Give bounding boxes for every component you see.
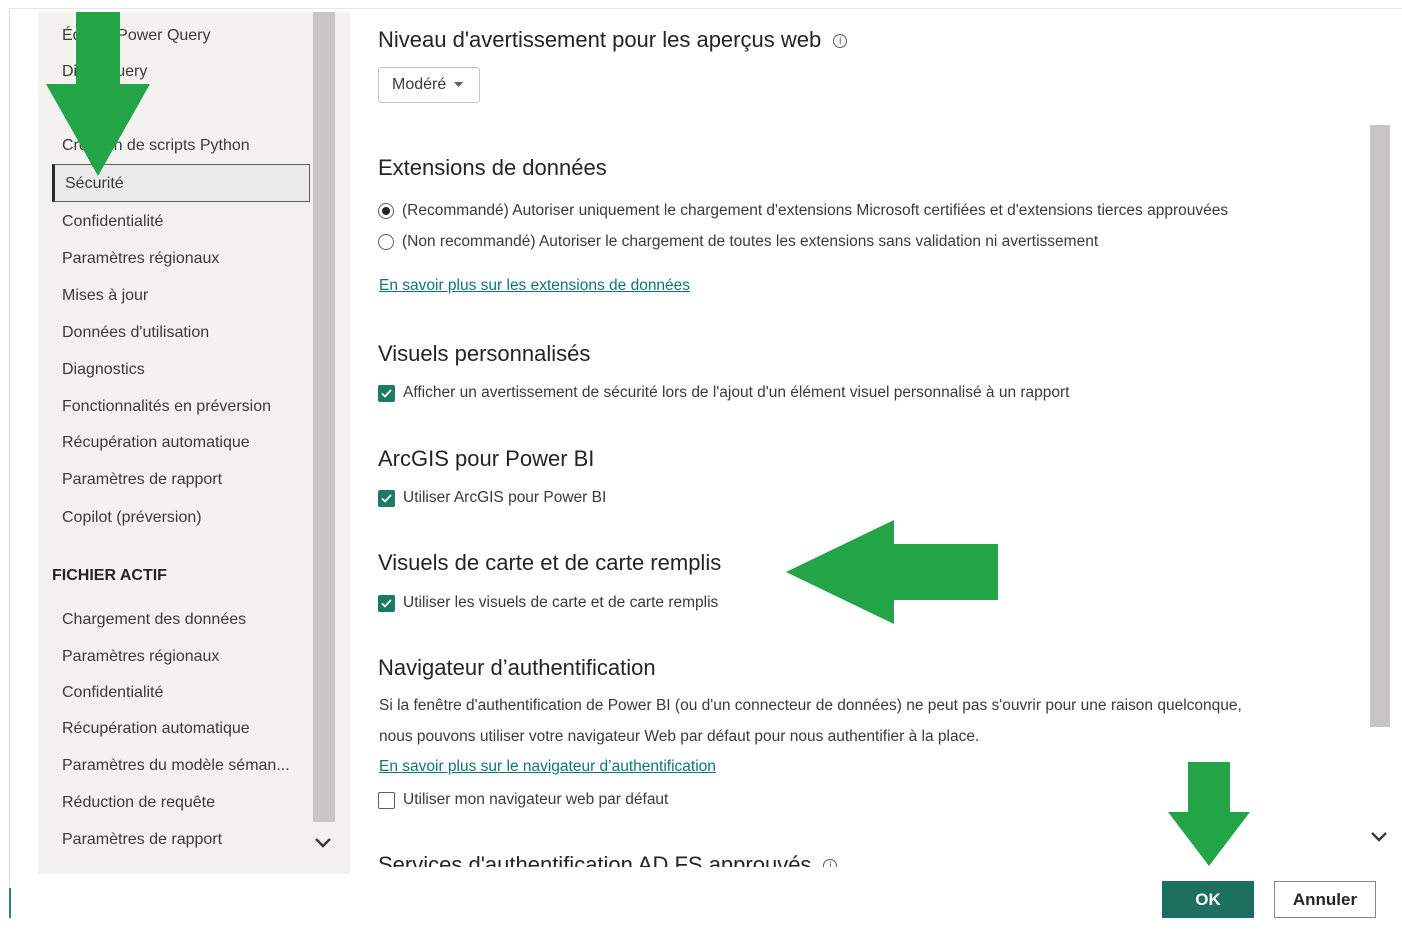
sidebar-item-auto-recovery[interactable]: Récupération automatique [62,432,250,454]
checkbox-checked-icon[interactable] [378,384,395,402]
extension-option-not-recommended[interactable]: (Non recommandé) Autoriser le chargement… [378,231,1098,253]
sidebar-section-heading: FICHIER ACTIF [52,567,167,584]
extension-option-not-recommended-label: (Non recommandé) Autoriser le chargement… [402,233,1099,250]
auth-browser-learn-more-link[interactable]: En savoir plus sur le navigateur d’authe… [379,758,716,776]
window-left-border [9,8,10,888]
map-visuals-checkbox-row[interactable]: Utiliser les visuels de carte et de cart… [378,592,718,614]
content-scroll-down-icon[interactable] [1368,826,1390,848]
window-top-border [10,8,1402,9]
sidebar-item-query-reduction[interactable]: Réduction de requête [62,792,215,814]
data-extensions-learn-more-link[interactable]: En savoir plus sur les extensions de don… [379,277,690,295]
sidebar-item-regional-settings[interactable]: Paramètres régionaux [62,248,219,270]
adfs-heading: Services d'authentification AD FS approu… [378,852,838,867]
content-scrollbar-thumb[interactable] [1370,125,1390,727]
sidebar-item-file-auto-recovery[interactable]: Récupération automatique [62,718,250,740]
data-extensions-title: Extensions de données [378,155,607,180]
extension-option-recommended-label: (Recommandé) Autoriser uniquement le cha… [402,202,1229,219]
default-browser-checkbox-label: Utiliser mon navigateur web par défaut [403,791,669,808]
sidebar-item-file-privacy[interactable]: Confidentialité [62,682,163,704]
web-preview-heading: Niveau d'avertissement pour les aperçus … [378,27,848,53]
sidebar-item-diagnostics[interactable]: Diagnostics [62,359,145,381]
sidebar-item-updates[interactable]: Mises à jour [62,285,148,307]
sidebar-item-file-regional-settings[interactable]: Paramètres régionaux [62,646,219,668]
sidebar-item-usage-data[interactable]: Données d'utilisation [62,322,209,344]
sidebar-item-preview-features[interactable]: Fonctionnalités en préversion [62,396,271,418]
auth-browser-description-line2: nous pouvons utiliser votre navigateur W… [379,728,980,745]
ok-button[interactable]: OK [1162,881,1254,918]
checkbox-checked-icon[interactable] [378,489,395,507]
custom-visuals-title: Visuels personnalisés [378,341,591,366]
caret-down-icon [454,82,464,87]
extension-option-recommended[interactable]: (Recommandé) Autoriser uniquement le cha… [378,200,1228,222]
sidebar-scrollbar[interactable] [313,12,335,822]
sidebar-item-privacy[interactable]: Confidentialité [62,211,163,233]
custom-visuals-checkbox-row[interactable]: Afficher un avertissement de sécurité lo… [378,382,1069,404]
warning-level-value: Modéré [392,76,447,93]
adfs-title: Services d'authentification AD FS approu… [378,852,812,867]
web-preview-title: Niveau d'avertissement pour les aperçus … [378,27,822,52]
sidebar-item-file-report-settings[interactable]: Paramètres de rapport [62,829,222,851]
cancel-button[interactable]: Annuler [1274,881,1376,918]
sidebar-item-copilot[interactable]: Copilot (préversion) [62,507,202,529]
settings-content: Niveau d'avertissement pour les aperçus … [352,12,1368,867]
default-browser-checkbox-row[interactable]: Utiliser mon navigateur web par défaut [378,789,668,811]
window-left-accent [9,888,11,918]
auth-browser-title: Navigateur d’authentification [378,655,656,680]
radio-unselected-icon[interactable] [378,234,394,250]
sidebar-item-data-load[interactable]: Chargement des données [62,609,246,631]
warning-level-dropdown[interactable]: Modéré [378,67,480,103]
checkbox-checked-icon[interactable] [378,594,395,612]
sidebar-item-semantic-model-settings[interactable]: Paramètres du modèle séman... [62,755,290,777]
annotation-arrow-left-icon [786,520,998,624]
radio-selected-icon[interactable] [378,203,394,219]
sidebar-item-report-settings[interactable]: Paramètres de rapport [62,469,222,491]
info-icon[interactable]: i [823,859,838,867]
map-visuals-checkbox-label: Utiliser les visuels de carte et de cart… [403,594,719,611]
arcgis-checkbox-label: Utiliser ArcGIS pour Power BI [403,489,607,506]
info-icon[interactable]: i [833,34,848,49]
arcgis-checkbox-row[interactable]: Utiliser ArcGIS pour Power BI [378,487,606,509]
arcgis-title: ArcGIS pour Power BI [378,446,595,471]
map-visuals-title: Visuels de carte et de carte remplis [378,550,722,575]
checkbox-unchecked-icon[interactable] [378,791,395,809]
annotation-arrow-down-icon [46,12,150,176]
annotation-arrow-down-ok-icon [1168,762,1250,866]
auth-browser-description-line1: Si la fenêtre d'authentification de Powe… [379,697,1242,714]
sidebar-scroll-down-icon[interactable] [312,832,334,854]
custom-visuals-checkbox-label: Afficher un avertissement de sécurité lo… [403,384,1070,401]
